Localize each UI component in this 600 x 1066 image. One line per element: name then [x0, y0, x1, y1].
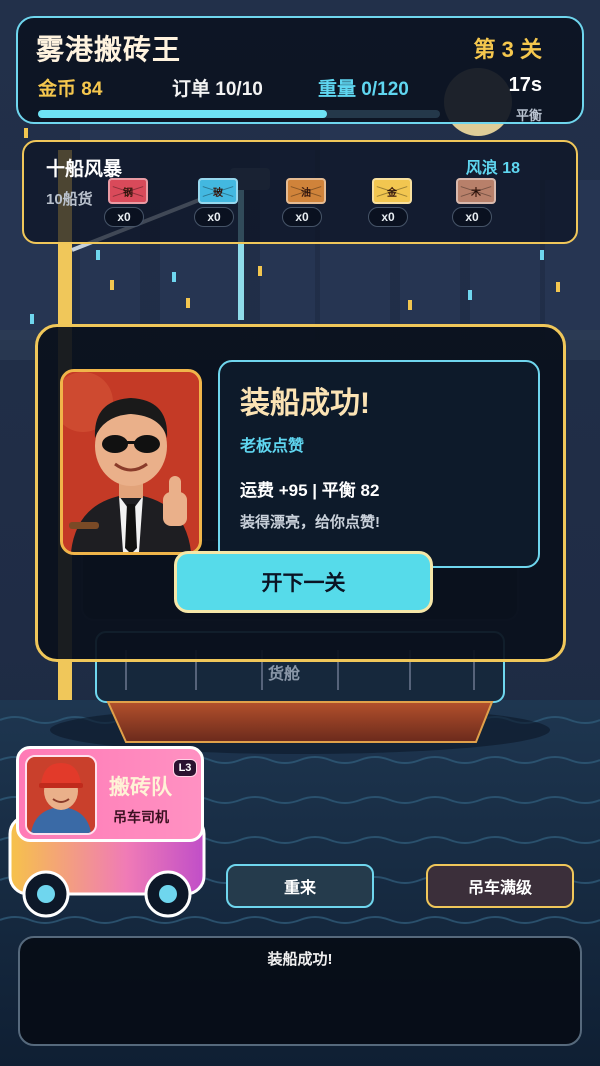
ship-hold-label: 货舱	[268, 666, 301, 683]
result-info-card: 装船成功! 老板点赞 运费 +95 | 平衡 82 装得漂亮，给你点赞!	[218, 360, 540, 568]
balance-progress-bar	[38, 110, 440, 118]
crew-name: 搬砖队	[109, 776, 172, 799]
stage-subtitle: 10船货	[46, 191, 93, 208]
stage-name: 十船风暴	[46, 159, 123, 180]
steel-crate-icon: 钢	[108, 178, 148, 204]
level-indicator: 第 3 关	[473, 37, 542, 62]
cargo-item-glass[interactable]: 玻 x0	[194, 178, 240, 228]
log-message: 装船成功!	[267, 951, 333, 968]
result-stats: 运费 +95 | 平衡 82	[240, 481, 380, 500]
glass-crate-icon: 玻	[198, 178, 238, 204]
next-level-button[interactable]: 开下一关	[174, 551, 433, 613]
crew-role: 吊车司机	[113, 809, 169, 825]
wave-indicator: 风浪 18	[465, 160, 520, 177]
crew-level-badge: L3	[173, 759, 197, 777]
crane-driver-avatar	[25, 755, 97, 835]
crew-card[interactable]: 搬砖队 吊车司机 L3	[16, 746, 204, 842]
message-log: 装船成功!	[18, 936, 582, 1046]
cargo-item-count: x0	[368, 207, 408, 227]
boss-portrait	[60, 369, 202, 555]
cargo-item-oil[interactable]: 油 x0	[282, 178, 328, 228]
boss-praise-tag: 老板点赞	[240, 438, 305, 455]
cargo-item-count: x0	[282, 207, 322, 227]
oil-crate-icon: 油	[286, 178, 326, 204]
balance-label: 平衡	[515, 108, 542, 123]
cargo-item-gold[interactable]: 金 x0	[368, 178, 414, 228]
retry-button[interactable]: 重来	[226, 864, 374, 908]
balance-progress-fill	[38, 110, 327, 118]
cargo-item-count: x0	[194, 207, 234, 227]
cargo-item-count: x0	[452, 207, 492, 227]
cargo-item-wood[interactable]: 木 x0	[452, 178, 498, 228]
wood-crate-icon: 木	[456, 178, 496, 204]
weight-counter: 重量 0/120	[318, 79, 409, 100]
gold-crate-icon: 金	[372, 178, 412, 204]
order-counter: 订单 10/10	[172, 79, 263, 100]
boss-quote: 装得漂亮，给你点赞!	[240, 514, 380, 531]
result-headline: 装船成功!	[240, 387, 370, 420]
crane-max-level-button[interactable]: 吊车满级	[426, 864, 574, 908]
success-modal: 装船成功! 老板点赞 运费 +95 | 平衡 82 装得漂亮，给你点赞! 开下一…	[35, 324, 566, 662]
countdown-timer: 17s	[508, 74, 542, 96]
cargo-order-panel: 十船风暴 10船货 风浪 18 钢 x0 玻 x0 油 x0 金 x0 木 x0	[22, 140, 578, 244]
cargo-item-steel[interactable]: 钢 x0	[104, 178, 150, 228]
game-title: 雾港搬砖王	[36, 34, 182, 65]
top-hud: 雾港搬砖王 第 3 关 金币 84 订单 10/10 重量 0/120 17s …	[16, 16, 584, 124]
coin-counter: 金币 84	[38, 79, 103, 100]
cargo-item-count: x0	[104, 207, 144, 227]
